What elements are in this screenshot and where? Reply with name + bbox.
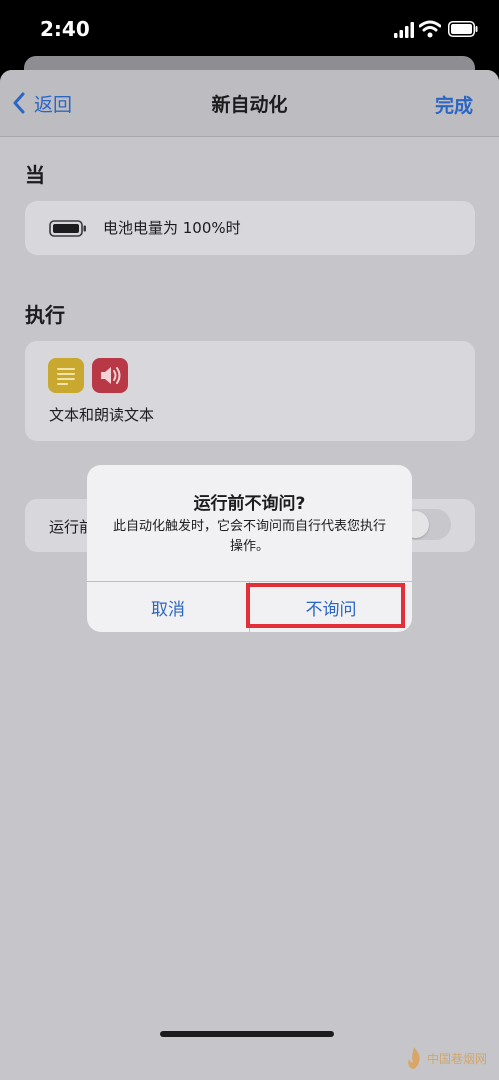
battery-full-icon: [49, 220, 86, 237]
speaker-icon: [92, 358, 128, 393]
action-label: 文本和朗读文本: [49, 406, 155, 424]
signal-icon: [394, 22, 414, 38]
battery-icon: [448, 21, 478, 37]
trigger-section-title: 当: [25, 163, 45, 187]
page-title: 新自动化: [211, 94, 288, 116]
back-button[interactable]: 返回: [12, 88, 72, 118]
back-label: 返回: [34, 93, 73, 116]
home-indicator: [160, 1031, 334, 1037]
done-button[interactable]: 完成: [435, 91, 473, 118]
action-section-title: 执行: [25, 303, 65, 327]
dialog-title: 运行前不询问?: [193, 494, 306, 514]
action-card[interactable]: 文本和朗读文本: [25, 341, 475, 441]
wifi-icon: [419, 20, 441, 38]
watermark-text: 中国巷烟网: [426, 1051, 487, 1066]
chevron-left-icon: [13, 92, 25, 114]
status-bar: 2:40: [0, 0, 499, 62]
dialog-message: 此自动化触发时，它会不询问而自行代表您执行操作。: [112, 519, 386, 554]
highlight-annotation: [246, 583, 405, 628]
text-icon: [48, 358, 84, 393]
trigger-card[interactable]: 电池电量为 100%时: [25, 201, 475, 255]
status-time: 2:40: [40, 17, 90, 41]
flame-logo-icon: [408, 1047, 420, 1069]
nav-bar: 返回 新自动化 完成: [0, 70, 499, 137]
trigger-label: 电池电量为 100%时: [103, 219, 241, 237]
cancel-button[interactable]: 取消: [87, 582, 249, 632]
watermark: 中国巷烟网: [405, 1046, 487, 1070]
